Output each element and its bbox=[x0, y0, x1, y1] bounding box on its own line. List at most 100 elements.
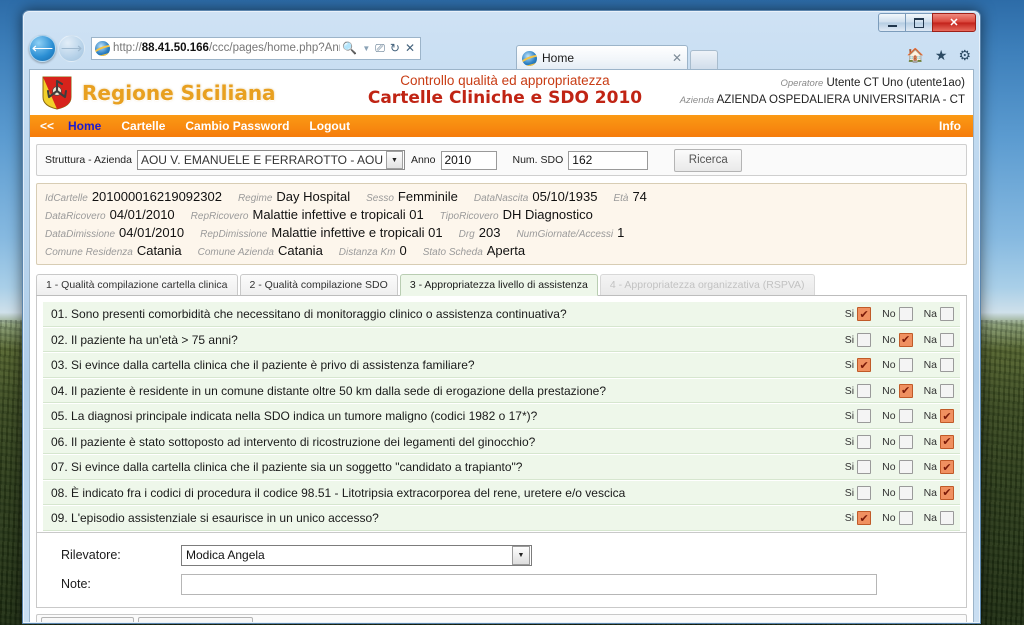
checkbox-na[interactable]: ✔ bbox=[940, 307, 954, 322]
checkbox-na[interactable]: ✔ bbox=[940, 460, 954, 475]
tab-appropriatezza-livello-assistenza[interactable]: 3 - Appropriatezza livello di assistenza bbox=[399, 274, 598, 296]
tab-close-icon[interactable]: ✕ bbox=[672, 51, 682, 65]
checkbox-si[interactable]: ✔ bbox=[857, 511, 872, 526]
option-si[interactable]: Si✔ bbox=[845, 358, 872, 373]
rilevatore-select[interactable]: Modica Angela ▼ bbox=[181, 544, 532, 566]
checkbox-no[interactable]: ✔ bbox=[898, 358, 913, 373]
option-si[interactable]: Si✔ bbox=[845, 511, 872, 526]
checkbox-na[interactable]: ✔ bbox=[940, 485, 954, 500]
option-si[interactable]: Si✔ bbox=[845, 485, 872, 500]
checkbox-si[interactable]: ✔ bbox=[857, 383, 872, 398]
new-tab-button[interactable] bbox=[690, 50, 718, 70]
stop-icon[interactable]: ✕ bbox=[405, 41, 415, 55]
numsdo-input[interactable]: 162 bbox=[568, 150, 649, 170]
checkbox-no[interactable]: ✔ bbox=[898, 434, 913, 449]
option-na[interactable]: Na✔ bbox=[924, 358, 954, 373]
checkbox-na[interactable]: ✔ bbox=[940, 409, 954, 424]
option-no[interactable]: No✔ bbox=[882, 409, 913, 424]
checkbox-na[interactable]: ✔ bbox=[940, 358, 954, 373]
tab-qualita-cartella-clinica[interactable]: 1 - Qualità compilazione cartella clinic… bbox=[36, 274, 238, 295]
salva-scheda-button[interactable]: Salva scheda bbox=[41, 616, 135, 622]
option-na[interactable]: Na✔ bbox=[924, 434, 954, 449]
rilevatore-value: Modica Angela bbox=[186, 548, 265, 562]
checkbox-no[interactable]: ✔ bbox=[898, 409, 913, 424]
option-label-si: Si bbox=[844, 435, 855, 448]
option-no[interactable]: No✔ bbox=[882, 332, 913, 347]
option-no[interactable]: No✔ bbox=[882, 307, 913, 322]
back-arrow-icon[interactable]: ⟵ bbox=[29, 34, 56, 62]
struttura-azienda-select[interactable]: AOU V. EMANUELE E FERRAROTTO - AOU CT ▼ bbox=[136, 150, 405, 170]
note-label: Note: bbox=[61, 577, 91, 591]
option-na[interactable]: Na✔ bbox=[924, 332, 954, 347]
maximize-button[interactable] bbox=[905, 13, 933, 32]
checkbox-na[interactable]: ✔ bbox=[940, 511, 954, 526]
menu-item-cartelle[interactable]: Cartelle bbox=[121, 119, 165, 133]
refresh-icon[interactable]: ↻ bbox=[390, 41, 400, 55]
checkbox-no[interactable]: ✔ bbox=[898, 307, 913, 322]
option-na[interactable]: Na✔ bbox=[924, 460, 954, 475]
annulla-modifiche-button[interactable]: Annulla modifiche bbox=[138, 616, 253, 622]
option-na[interactable]: Na✔ bbox=[924, 383, 954, 398]
option-no[interactable]: No✔ bbox=[882, 460, 913, 475]
option-no[interactable]: No✔ bbox=[882, 383, 913, 398]
gear-icon[interactable]: ⚙ bbox=[958, 47, 971, 64]
option-na[interactable]: Na✔ bbox=[924, 307, 954, 322]
checkbox-na[interactable]: ✔ bbox=[940, 434, 954, 449]
browser-tab-home[interactable]: Home ✕ bbox=[516, 45, 688, 70]
checkbox-si[interactable]: ✔ bbox=[857, 332, 872, 347]
menu-item-info[interactable]: Info bbox=[939, 119, 961, 133]
option-si[interactable]: Si✔ bbox=[845, 409, 872, 424]
option-na[interactable]: Na✔ bbox=[924, 511, 954, 526]
option-label-na: Na bbox=[923, 410, 937, 423]
option-na[interactable]: Na✔ bbox=[924, 485, 954, 500]
close-button[interactable]: ✕ bbox=[932, 13, 976, 32]
checkbox-no[interactable]: ✔ bbox=[898, 383, 913, 398]
checkbox-no[interactable]: ✔ bbox=[898, 485, 913, 500]
option-no[interactable]: No✔ bbox=[882, 485, 913, 500]
note-input[interactable] bbox=[181, 573, 877, 595]
browser-command-icons: 🏠 ★ ⚙ bbox=[906, 47, 971, 64]
checkbox-na[interactable]: ✔ bbox=[940, 383, 954, 398]
checkbox-si[interactable]: ✔ bbox=[857, 307, 872, 322]
search-icon[interactable]: 🔍 bbox=[342, 41, 357, 55]
field-label: Drg bbox=[458, 229, 475, 240]
menu-item-logout[interactable]: Logout bbox=[309, 119, 350, 133]
chevron-down-icon[interactable]: ▼ bbox=[385, 151, 403, 169]
star-icon[interactable]: ★ bbox=[935, 47, 948, 64]
checkbox-si[interactable]: ✔ bbox=[857, 460, 872, 475]
url-path: /ccc/pages/home.php?AnnoSch=2010&Numero bbox=[208, 42, 340, 54]
brand-title: Regione Siciliana bbox=[82, 80, 276, 105]
menu-item-cambio-password[interactable]: Cambio Password bbox=[185, 119, 289, 133]
form-tab-bar: 1 - Qualità compilazione cartella clinic… bbox=[36, 274, 967, 296]
address-bar[interactable]: http://88.41.50.166/ccc/pages/home.php?A… bbox=[91, 36, 421, 60]
option-si[interactable]: Si✔ bbox=[844, 434, 872, 449]
option-si[interactable]: Si✔ bbox=[845, 383, 872, 398]
option-no[interactable]: No✔ bbox=[882, 358, 913, 373]
option-no[interactable]: No✔ bbox=[882, 434, 913, 449]
menu-back-chevron[interactable]: << bbox=[40, 119, 54, 133]
option-no[interactable]: No✔ bbox=[882, 511, 913, 526]
option-si[interactable]: Si✔ bbox=[845, 307, 872, 322]
compatibility-view-icon[interactable]: ⎚ bbox=[375, 41, 385, 56]
checkbox-no[interactable]: ✔ bbox=[898, 511, 913, 526]
home-icon[interactable]: 🏠 bbox=[906, 47, 923, 64]
option-si[interactable]: Si✔ bbox=[845, 332, 872, 347]
checkbox-si[interactable]: ✔ bbox=[857, 434, 872, 449]
questions-panel: 01. Sono presenti comorbidità che necess… bbox=[36, 296, 967, 533]
tab-qualita-sdo[interactable]: 2 - Qualità compilazione SDO bbox=[239, 274, 398, 295]
checkbox-no[interactable]: ✔ bbox=[898, 460, 913, 475]
checkbox-si[interactable]: ✔ bbox=[857, 358, 872, 373]
forward-arrow-icon[interactable]: ⟶ bbox=[58, 34, 85, 62]
checkbox-na[interactable]: ✔ bbox=[940, 332, 954, 347]
chevron-down-icon[interactable]: ▼ bbox=[512, 545, 530, 565]
anno-input[interactable]: 2010 bbox=[440, 150, 497, 170]
menu-item-home[interactable]: Home bbox=[68, 119, 101, 133]
checkbox-si[interactable]: ✔ bbox=[857, 409, 872, 424]
option-na[interactable]: Na✔ bbox=[923, 409, 954, 424]
checkbox-si[interactable]: ✔ bbox=[857, 485, 872, 500]
minimize-button[interactable] bbox=[878, 13, 906, 32]
ricerca-button[interactable]: Ricerca bbox=[674, 148, 743, 172]
checkbox-no[interactable]: ✔ bbox=[898, 332, 913, 347]
option-si[interactable]: Si✔ bbox=[845, 460, 872, 475]
chevron-down-icon[interactable]: ▼ bbox=[362, 44, 370, 53]
